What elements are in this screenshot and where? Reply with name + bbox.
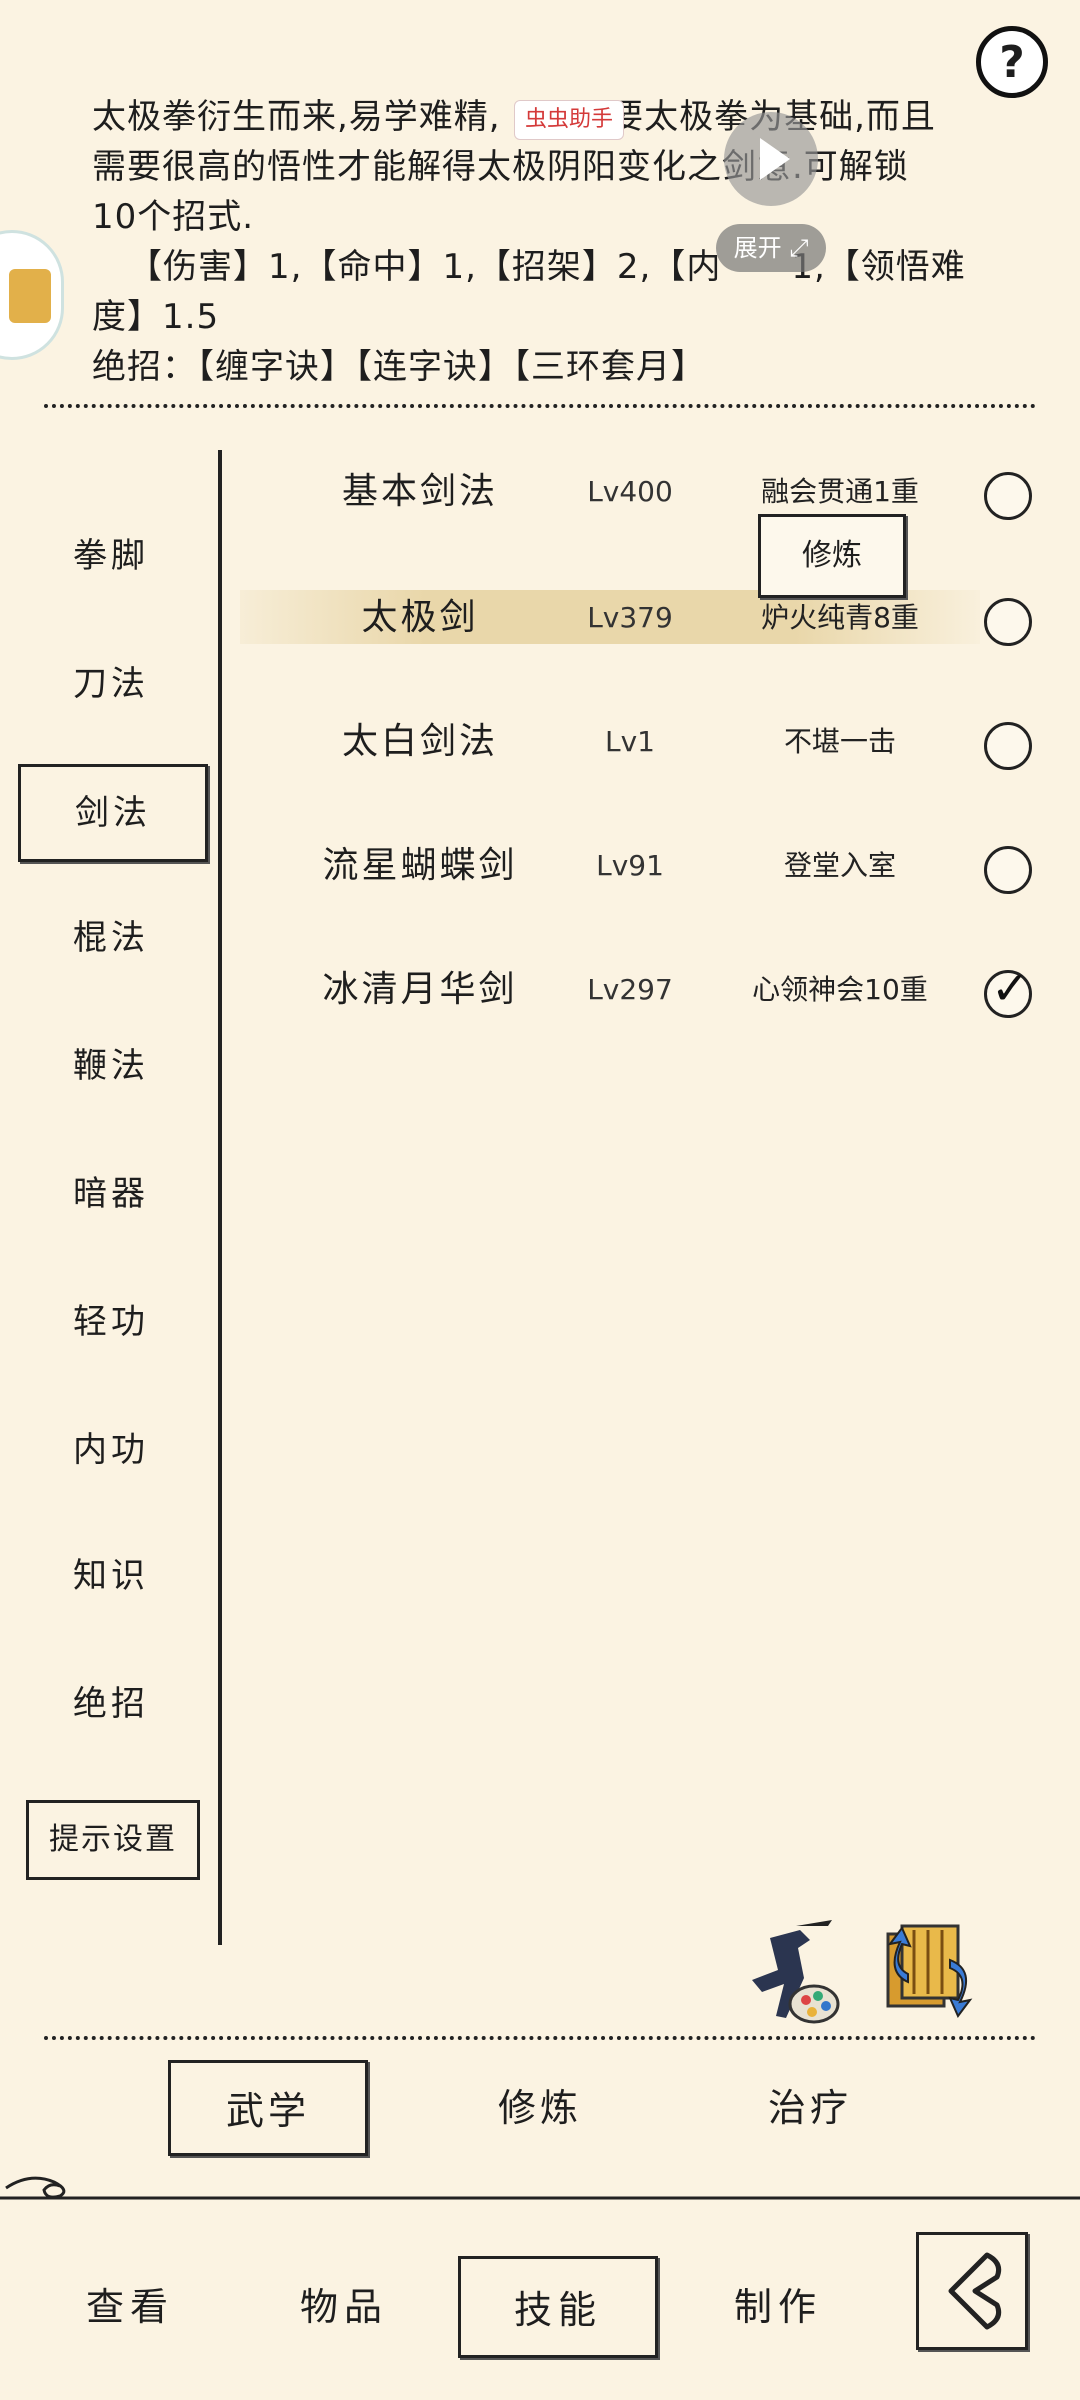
- skill-level: Lv1: [605, 725, 655, 758]
- skill-level: Lv400: [587, 475, 673, 508]
- desc-stats-c: 度】1.5: [92, 297, 220, 337]
- nav-view[interactable]: 查看: [30, 2256, 230, 2358]
- category-daofa[interactable]: 刀法: [16, 654, 206, 714]
- back-button[interactable]: [916, 2232, 1028, 2350]
- category-neigong[interactable]: 内功: [16, 1420, 206, 1480]
- desc-line1: 太极拳衍生而来,易学难精,: [92, 97, 501, 137]
- desc-stats-a: 【伤害】1,【命中】1,【招架】2,【内: [128, 247, 722, 287]
- floating-assistant-icon[interactable]: [0, 230, 64, 360]
- skill-level: Lv91: [596, 849, 664, 882]
- help-button[interactable]: ?: [976, 26, 1048, 98]
- helper-tag[interactable]: 虫虫助手: [514, 100, 625, 140]
- train-popup-button[interactable]: 修炼: [758, 514, 906, 598]
- nav-skills[interactable]: 技能: [458, 2256, 658, 2358]
- skill-level: Lv297: [587, 973, 673, 1006]
- swap-scroll-icon[interactable]: [880, 1920, 980, 2020]
- skill-row[interactable]: 基本剑法 Lv400 融会贯通1重: [240, 452, 1060, 532]
- skill-name: 基本剑法: [341, 471, 498, 512]
- bottom-divider: [44, 2036, 1036, 2040]
- category-gunfa[interactable]: 棍法: [16, 908, 206, 968]
- skill-row[interactable]: 流星蝴蝶剑 Lv91 登堂入室: [240, 826, 1060, 906]
- skill-name: 太白剑法: [341, 721, 498, 762]
- skill-row[interactable]: 冰清月华剑 Lv297 心领神会10重: [240, 950, 1060, 1030]
- back-arrow-icon: [948, 2252, 1002, 2330]
- skill-row-selected[interactable]: 太极剑 Lv379 炉火纯青8重: [240, 578, 1060, 658]
- nav-craft[interactable]: 制作: [678, 2256, 878, 2358]
- subtab-zhiliao[interactable]: 治疗: [710, 2060, 910, 2156]
- play-icon[interactable]: [724, 112, 818, 206]
- category-juezhao[interactable]: 绝招: [16, 1674, 206, 1734]
- ultimate-list: 【缠字诀】【连字诀】【三环套月】: [197, 347, 706, 387]
- skill-radio[interactable]: [984, 846, 1032, 894]
- subtab-wuxue[interactable]: 武学: [168, 2060, 368, 2156]
- ninja-palette-icon[interactable]: [740, 1918, 844, 2028]
- skill-name: 太极剑: [361, 597, 479, 638]
- expand-label: 展开: [733, 234, 782, 262]
- menu-divider: [218, 450, 222, 1945]
- skill-radio[interactable]: [984, 722, 1032, 770]
- skill-rank: 不堪一击: [783, 725, 896, 758]
- skill-rank: 心领神会10重: [752, 973, 928, 1006]
- skill-row[interactable]: 太白剑法 Lv1 不堪一击: [240, 702, 1060, 782]
- cloud-divider: [0, 2176, 1080, 2200]
- skill-radio[interactable]: [984, 598, 1032, 646]
- subtab-xiulian[interactable]: 修炼: [440, 2060, 640, 2156]
- ultimate-label: 绝招：: [92, 347, 197, 387]
- category-quanjiao[interactable]: 拳脚: [16, 526, 206, 586]
- skill-radio-checked[interactable]: [984, 961, 1032, 1018]
- category-anqi[interactable]: 暗器: [16, 1164, 206, 1224]
- skill-radio[interactable]: [984, 472, 1032, 520]
- category-bianfa[interactable]: 鞭法: [16, 1036, 206, 1096]
- expand-button[interactable]: 展开 ⤢: [716, 224, 826, 272]
- desc-line3: 10个招式.: [92, 197, 255, 237]
- skill-name: 流星蝴蝶剑: [322, 845, 518, 886]
- category-jianfa[interactable]: 剑法: [18, 764, 208, 862]
- skill-name: 冰清月华剑: [322, 969, 518, 1010]
- hint-settings-button[interactable]: 提示设置: [26, 1800, 200, 1880]
- nav-items[interactable]: 物品: [244, 2256, 444, 2358]
- category-qinggong[interactable]: 轻功: [16, 1292, 206, 1352]
- top-divider: [44, 404, 1036, 408]
- skill-rank: 登堂入室: [783, 849, 896, 882]
- skill-level: Lv379: [587, 601, 673, 634]
- desc-line2: 需要很高的悟性才能解得太极阴阳变化之剑意.可解锁: [92, 147, 909, 187]
- category-zhishi[interactable]: 知识: [16, 1546, 206, 1606]
